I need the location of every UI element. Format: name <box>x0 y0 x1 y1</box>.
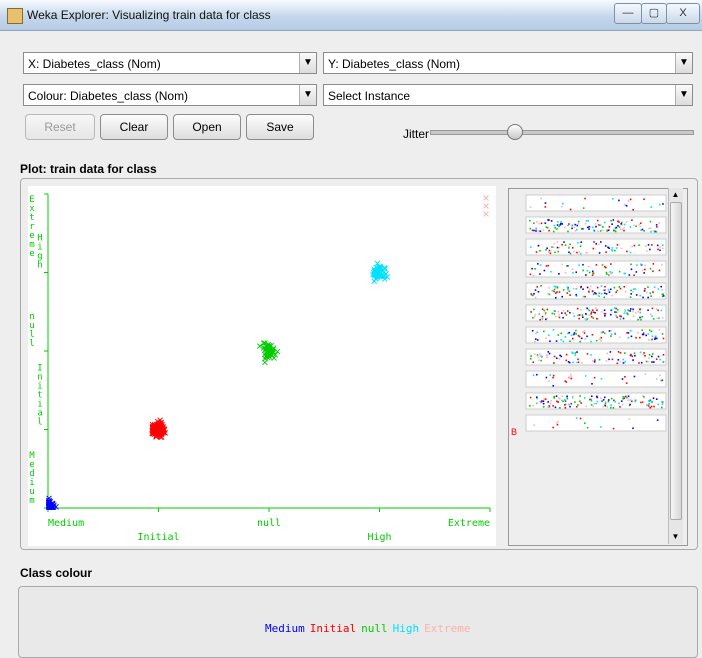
attribute-bar[interactable] <box>525 370 667 388</box>
x-tick-label: null <box>257 518 281 529</box>
scroll-down-icon[interactable]: ▼ <box>670 531 681 543</box>
close-button[interactable]: X <box>666 3 700 24</box>
attribute-bar[interactable] <box>525 216 667 234</box>
attribute-bar[interactable] <box>525 260 667 278</box>
select-instance-value: Select Instance <box>328 89 411 103</box>
x-tick-label: Medium <box>48 518 84 529</box>
maximize-button[interactable]: ▢ <box>641 3 667 24</box>
scrollbar-thumb[interactable] <box>670 202 682 520</box>
attribute-bar[interactable] <box>525 282 667 300</box>
jitter-slider[interactable] <box>430 130 694 135</box>
y-axis-select[interactable]: Y: Diabetes_class (Nom) ▼ <box>323 52 693 74</box>
legend-initial: Initial <box>309 622 357 635</box>
chevron-down-icon: ▼ <box>299 53 316 73</box>
attribute-bar[interactable] <box>525 304 667 322</box>
plot-section-label: Plot: train data for class <box>20 162 157 176</box>
x-axis-select[interactable]: X: Diabetes_class (Nom) ▼ <box>23 52 317 74</box>
attribute-bar[interactable] <box>525 326 667 344</box>
clear-button[interactable]: Clear <box>100 114 168 140</box>
y-tick-label-letter: l <box>29 339 34 349</box>
scatter-point <box>483 203 489 209</box>
chevron-down-icon: ▼ <box>299 85 316 105</box>
x-axis-select-value: X: Diabetes_class (Nom) <box>28 57 161 71</box>
jitter-label: Jitter <box>403 127 430 141</box>
attribute-scrollbar[interactable]: ▲ ▼ <box>668 188 683 544</box>
legend-high: High <box>392 622 420 635</box>
open-button[interactable]: Open <box>173 114 241 140</box>
title-bar: Weka Explorer: Visualizing train data fo… <box>0 0 702 31</box>
attribute-bar[interactable] <box>525 194 667 212</box>
x-tick-label: Initial <box>137 532 179 543</box>
y-tick-label-letter: l <box>37 418 42 428</box>
attribute-bar[interactable] <box>525 348 667 366</box>
y-axis-select-value: Y: Diabetes_class (Nom) <box>328 57 461 71</box>
jitter-slider-handle[interactable] <box>506 124 523 140</box>
legend-medium: Medium <box>265 622 305 635</box>
reset-button[interactable]: Reset <box>25 114 95 140</box>
attribute-bar[interactable] <box>525 392 667 410</box>
attribute-bars-panel[interactable]: B <box>508 188 688 546</box>
minimize-button[interactable]: — <box>614 3 642 24</box>
attribute-bar[interactable] <box>525 414 667 432</box>
select-instance-select[interactable]: Select Instance ▼ <box>323 84 693 106</box>
window-title: Weka Explorer: Visualizing train data fo… <box>27 8 271 22</box>
class-attribute-marker: B <box>511 427 517 437</box>
weka-app-icon <box>7 8 23 24</box>
legend-extreme: Extreme <box>424 622 471 635</box>
colour-select[interactable]: Colour: Diabetes_class (Nom) ▼ <box>23 84 317 106</box>
chevron-down-icon: ▼ <box>675 53 692 73</box>
class-legend: Medium Initial null High Extreme <box>265 622 475 635</box>
attribute-bar[interactable] <box>525 238 667 256</box>
x-tick-label: Extreme <box>448 518 490 529</box>
colour-select-value: Colour: Diabetes_class (Nom) <box>28 89 189 103</box>
scatter-point <box>262 359 268 366</box>
attribute-bars[interactable]: B <box>509 189 669 545</box>
scroll-up-icon[interactable]: ▲ <box>670 189 681 201</box>
scatter-point <box>483 195 489 201</box>
y-tick-label-letter: e <box>29 249 34 259</box>
scatter-point <box>483 211 489 217</box>
save-button[interactable]: Save <box>246 114 314 140</box>
y-tick-label-letter: h <box>37 261 42 271</box>
chevron-down-icon: ▼ <box>675 85 692 105</box>
plot-area[interactable]: Medium Initial null High Extreme Me d i u m In i t i a… <box>28 186 496 546</box>
class-colour-label: Class colour <box>20 566 93 580</box>
x-tick-label: High <box>367 532 391 543</box>
scatter-plot[interactable]: MediumInitialnullHighExtremeMediumInitia… <box>28 186 496 546</box>
y-tick-label-letter: m <box>29 496 34 506</box>
legend-null: null <box>361 622 388 635</box>
